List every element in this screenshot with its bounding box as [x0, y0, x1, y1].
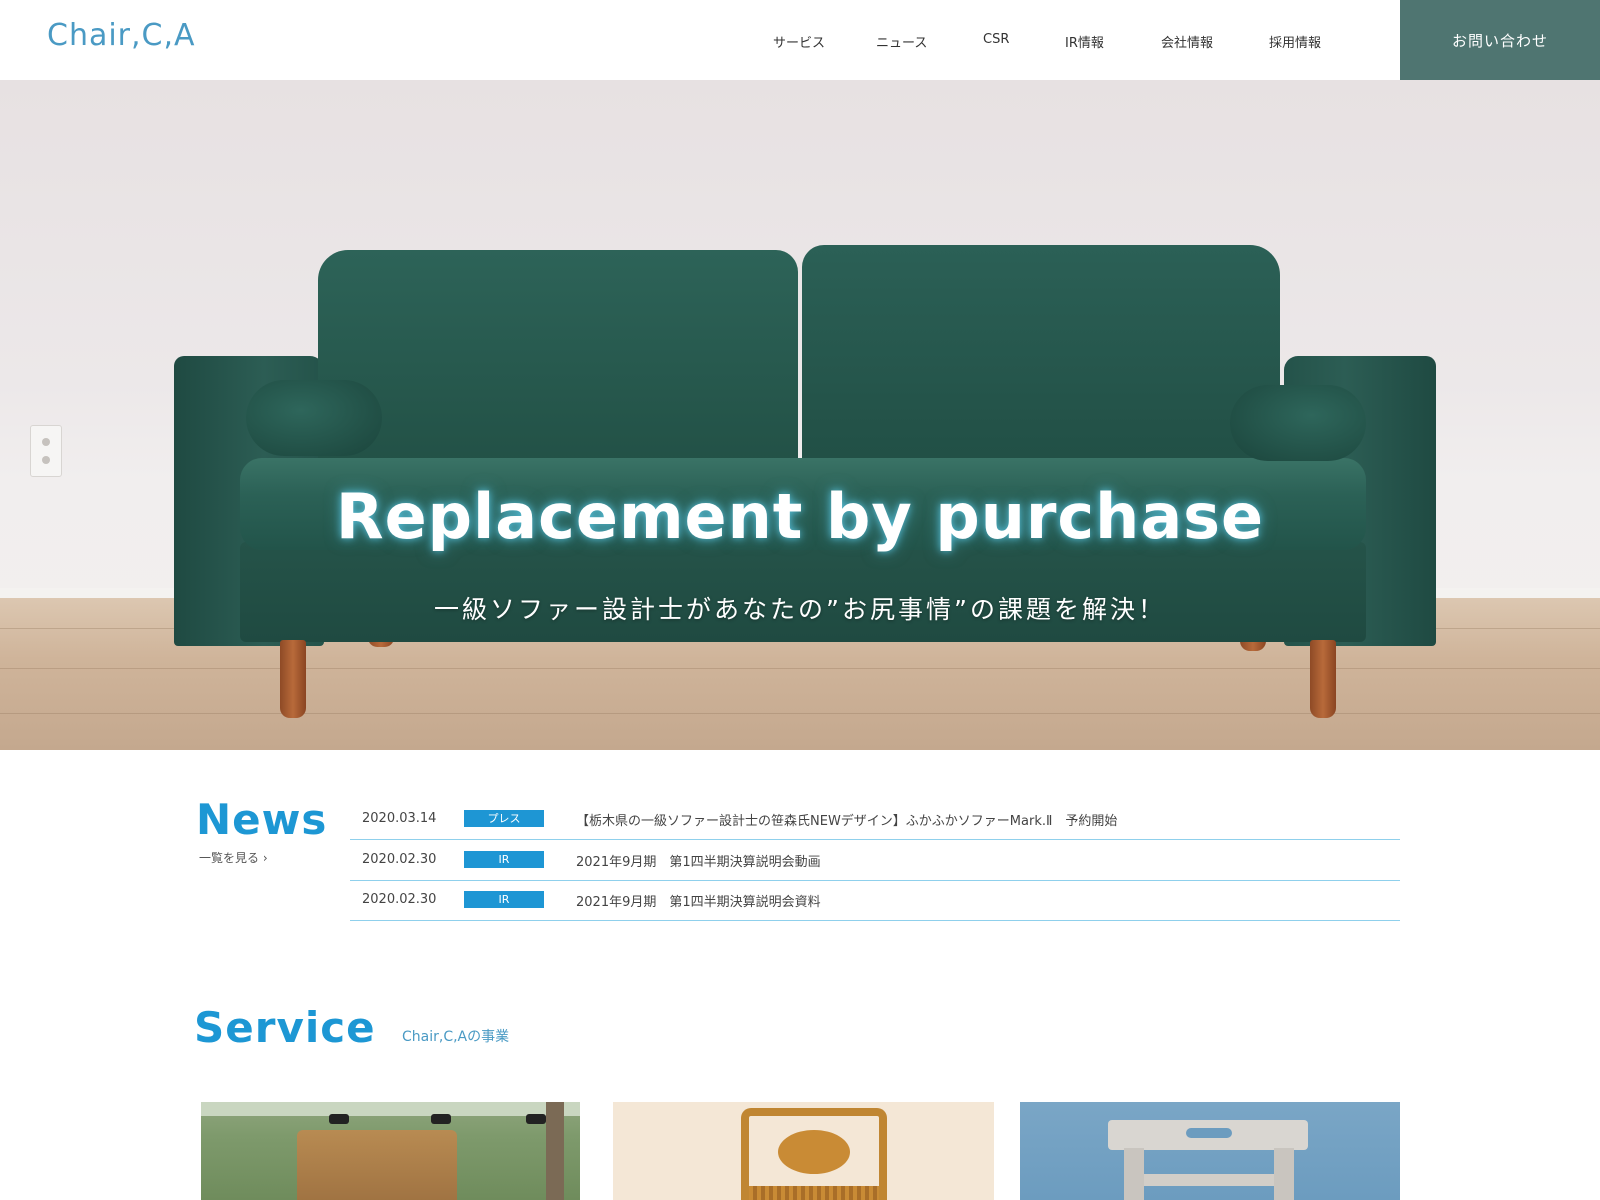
news-item[interactable]: 2020.02.30 IR 2021年9月期 第1四半期決算説明会動画	[350, 841, 1400, 881]
service-subheading: Chair,C,Aの事業	[402, 1029, 510, 1045]
nav-item-recruit[interactable]: 採用情報	[1269, 32, 1321, 51]
sofa-image	[0, 80, 1600, 750]
hero-subtitle: 一級ソファー設計士があなたの”お尻事情”の課題を解決！	[434, 595, 1166, 624]
nav-item-news[interactable]: ニュース	[876, 32, 927, 51]
hero-title: Replacement by purchase	[335, 480, 1265, 553]
news-item[interactable]: 2020.02.30 IR 2021年9月期 第1四半期決算説明会資料	[350, 881, 1400, 921]
news-heading: News	[196, 795, 328, 844]
news-date: 2020.02.30	[362, 892, 437, 907]
news-view-all-link[interactable]: 一覧を見る ›	[199, 849, 268, 866]
news-category-badge: IR	[464, 851, 544, 868]
nav-item-service[interactable]: サービス	[773, 32, 825, 51]
news-category-badge: プレス	[464, 810, 544, 827]
news-date: 2020.02.30	[362, 852, 437, 867]
service-card-rattan-chair[interactable]	[613, 1102, 994, 1200]
site-header: Chair,C,A サービス ニュース CSR IR情報 会社情報 採用情報 お…	[0, 0, 1600, 80]
news-headline[interactable]: 2021年9月期 第1四半期決算説明会動画	[576, 851, 821, 870]
service-heading: Service	[194, 1003, 376, 1052]
contact-button[interactable]: お問い合わせ	[1400, 0, 1600, 80]
site-logo[interactable]: Chair,C,A	[47, 18, 196, 53]
news-headline[interactable]: 2021年9月期 第1四半期決算説明会資料	[576, 891, 821, 910]
nav-item-csr[interactable]: CSR	[983, 32, 1009, 47]
news-category-badge: IR	[464, 891, 544, 908]
nav-item-company[interactable]: 会社情報	[1161, 32, 1213, 51]
nav-item-ir[interactable]: IR情報	[1065, 32, 1104, 51]
news-headline[interactable]: 【栃木県の一級ソファー設計士の笹森氏NEWデザイン】ふかふかソファーMark.Ⅱ…	[576, 810, 1117, 829]
news-date: 2020.03.14	[362, 811, 437, 826]
hero-banner: Replacement by purchase 一級ソファー設計士があなたの”お…	[0, 80, 1600, 750]
service-card-wooden-chair[interactable]	[201, 1102, 580, 1200]
service-card-stool[interactable]	[1020, 1102, 1400, 1200]
news-item[interactable]: 2020.03.14 プレス 【栃木県の一級ソファー設計士の笹森氏NEWデザイン…	[350, 800, 1400, 840]
